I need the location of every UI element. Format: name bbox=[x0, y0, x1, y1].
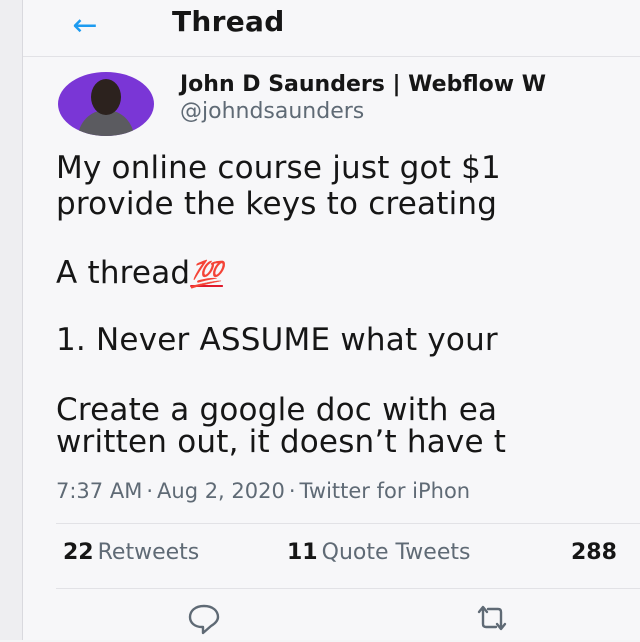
retweet-icon bbox=[477, 605, 507, 631]
page-title: Thread bbox=[172, 5, 285, 38]
tweet-text-line: 1. Never ASSUME what your bbox=[56, 322, 498, 358]
tweet-date[interactable]: Aug 2, 2020 bbox=[157, 479, 285, 503]
tweet-text-line: Create a google doc with ea bbox=[56, 392, 498, 428]
meta-separator: · bbox=[146, 479, 154, 503]
tweet-time[interactable]: 7:37 AM bbox=[56, 479, 142, 503]
quote-tweets-stat[interactable]: 11 Quote Tweets bbox=[287, 540, 470, 565]
tweet-text-line: A thread💯 bbox=[56, 255, 223, 291]
tweet-text-line: My online course just got $1 bbox=[56, 150, 501, 186]
tweet-source[interactable]: Twitter for iPhon bbox=[300, 479, 471, 503]
arrow-left-icon: ← bbox=[72, 8, 98, 43]
tweet-meta: 7:37 AM · Aug 2, 2020 · Twitter for iPhon bbox=[56, 479, 470, 503]
hundred-points-icon: 💯 bbox=[190, 260, 223, 290]
reply-icon bbox=[188, 604, 220, 635]
retweet-button[interactable] bbox=[470, 598, 514, 638]
divider bbox=[56, 588, 640, 589]
retweets-label: Retweets bbox=[97, 540, 200, 565]
back-button[interactable]: ← bbox=[63, 6, 107, 46]
thread-label: A thread bbox=[56, 255, 191, 291]
likes-stat[interactable]: 288 bbox=[571, 540, 617, 565]
avatar-head bbox=[91, 79, 121, 115]
retweets-stat[interactable]: 22 Retweets bbox=[63, 540, 199, 565]
divider bbox=[56, 523, 640, 524]
tweet-text-line: provide the keys to creating bbox=[56, 186, 498, 222]
reply-button[interactable] bbox=[182, 598, 226, 638]
thread-panel: ← Thread John D Saunders | Webflow W @jo… bbox=[23, 0, 640, 640]
thread-header: ← Thread bbox=[23, 0, 640, 57]
quote-tweets-count: 11 bbox=[287, 540, 318, 565]
author-handle[interactable]: @johndsaunders bbox=[180, 99, 364, 124]
window-frame bbox=[0, 0, 23, 640]
likes-count: 288 bbox=[571, 540, 617, 565]
author-name[interactable]: John D Saunders | Webflow W bbox=[180, 72, 546, 97]
quote-tweets-label: Quote Tweets bbox=[321, 540, 471, 565]
avatar[interactable] bbox=[58, 72, 154, 136]
meta-separator: · bbox=[288, 479, 296, 503]
retweets-count: 22 bbox=[63, 540, 94, 565]
tweet-text-line: written out, it doesn’t have t bbox=[56, 424, 507, 460]
